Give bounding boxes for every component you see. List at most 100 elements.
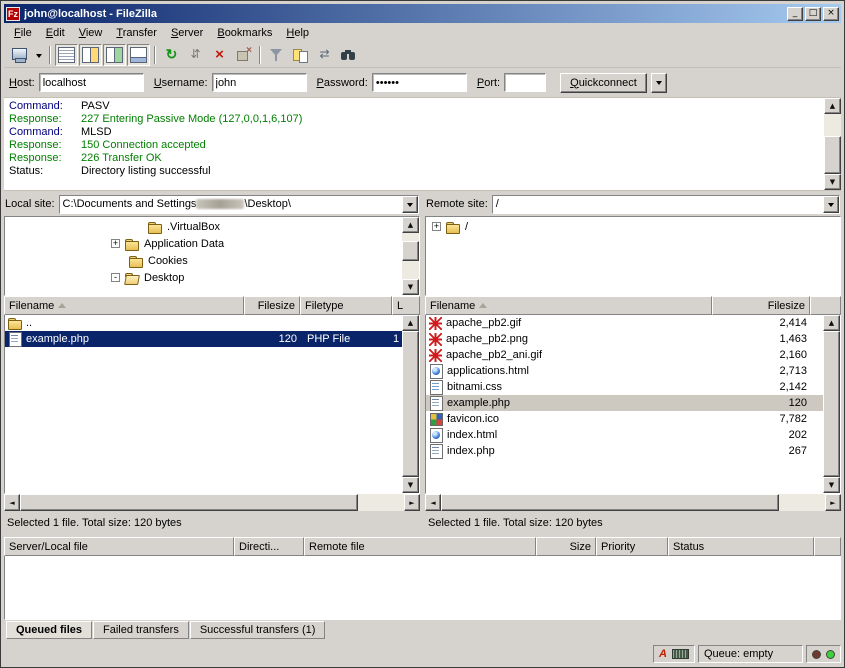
column-header-filesize[interactable]: Filesize	[244, 296, 300, 315]
cancel-operation-button[interactable]	[208, 44, 231, 66]
remote-horizontal-scrollbar[interactable]: ◄ ►	[425, 494, 841, 511]
file-row[interactable]: applications.html2,713	[426, 363, 823, 379]
menu-edit[interactable]: Edit	[39, 25, 72, 41]
remote-list-scrollbar[interactable]: ▲ ▼	[823, 315, 840, 493]
queue-column-remote-file[interactable]: Remote file	[304, 537, 536, 556]
tab-failed-transfers[interactable]: Failed transfers	[93, 621, 189, 639]
titlebar[interactable]: Fz john@localhost - FileZilla _ □ ×	[4, 4, 841, 23]
menu-transfer[interactable]: Transfer	[109, 25, 164, 41]
queue-column-size[interactable]: Size	[536, 537, 596, 556]
file-row-selected[interactable]: example.php 120 PHP File 1	[5, 331, 402, 347]
scrollbar-track[interactable]	[823, 331, 840, 477]
file-row[interactable]: favicon.ico7,782	[426, 411, 823, 427]
port-input[interactable]	[504, 73, 546, 92]
tree-item-cookies[interactable]: Cookies	[5, 252, 402, 269]
menu-help[interactable]: Help	[279, 25, 316, 41]
file-row[interactable]: index.php267	[426, 443, 823, 459]
file-row[interactable]: bitnami.css2,142	[426, 379, 823, 395]
scroll-down-button[interactable]: ▼	[402, 279, 419, 295]
scroll-down-button[interactable]: ▼	[402, 477, 419, 493]
host-input[interactable]	[39, 73, 144, 92]
menu-bookmarks[interactable]: Bookmarks	[210, 25, 279, 41]
toggle-log-button[interactable]	[55, 44, 78, 66]
file-row[interactable]: index.html202	[426, 427, 823, 443]
local-tree-scrollbar[interactable]: ▲ ▼	[402, 217, 419, 295]
tab-queued-files[interactable]: Queued files	[6, 621, 92, 639]
compare-directories-button[interactable]	[289, 44, 312, 66]
expander-icon[interactable]: -	[111, 273, 120, 282]
scroll-right-button[interactable]: ►	[404, 494, 420, 511]
close-button[interactable]: ×	[823, 7, 839, 21]
file-row[interactable]: apache_pb2.png1,463	[426, 331, 823, 347]
scrollbar-track[interactable]	[20, 494, 404, 511]
combo-dropdown-button[interactable]	[402, 196, 418, 213]
scroll-up-button[interactable]: ▲	[823, 315, 840, 331]
scrollbar-thumb[interactable]	[402, 331, 419, 477]
queue-column-direction[interactable]: Directi...	[234, 537, 304, 556]
maximize-button[interactable]: □	[805, 7, 821, 21]
file-row-selected[interactable]: example.php120	[426, 395, 823, 411]
tree-item-desktop[interactable]: -Desktop	[5, 269, 402, 286]
scrollbar-thumb[interactable]	[823, 331, 840, 477]
local-horizontal-scrollbar[interactable]: ◄ ►	[4, 494, 420, 511]
scroll-left-button[interactable]: ◄	[425, 494, 441, 511]
synchronized-browsing-button[interactable]	[313, 44, 336, 66]
local-list-scrollbar[interactable]: ▲ ▼	[402, 315, 419, 493]
file-row[interactable]: apache_pb2_ani.gif2,160	[426, 347, 823, 363]
queue-column-priority[interactable]: Priority	[596, 537, 668, 556]
password-input[interactable]	[372, 73, 467, 92]
scrollbar-track[interactable]	[441, 494, 825, 511]
queue-column-local-file[interactable]: Server/Local file	[4, 537, 234, 556]
menu-file[interactable]: File	[7, 25, 39, 41]
log-scrollbar[interactable]: ▲ ▼	[824, 98, 841, 190]
toggle-queue-button[interactable]	[127, 44, 150, 66]
expander-icon[interactable]: +	[111, 239, 120, 248]
toggle-remote-tree-button[interactable]	[103, 44, 126, 66]
tree-item-application-data[interactable]: +Application Data	[5, 235, 402, 252]
transfer-queue-list[interactable]	[4, 556, 841, 620]
combo-dropdown-button[interactable]	[823, 196, 839, 213]
column-header-filename[interactable]: Filename	[4, 296, 244, 315]
tree-item-root[interactable]: +/	[426, 218, 840, 235]
scroll-up-button[interactable]: ▲	[824, 98, 841, 114]
tree-item-virtualbox[interactable]: .VirtualBox	[5, 218, 402, 235]
menu-view[interactable]: View	[72, 25, 110, 41]
column-header-filetype[interactable]: Filetype	[300, 296, 392, 315]
scrollbar-track[interactable]	[402, 331, 419, 477]
refresh-button[interactable]	[160, 44, 183, 66]
minimize-button[interactable]: _	[787, 7, 803, 21]
column-header-lastmodified[interactable]: L	[392, 296, 420, 315]
scrollbar-track[interactable]	[402, 233, 419, 279]
toggle-local-tree-button[interactable]	[79, 44, 102, 66]
quickconnect-button[interactable]: Quickconnect	[560, 73, 647, 93]
scrollbar-track[interactable]	[824, 114, 841, 174]
scrollbar-thumb[interactable]	[402, 241, 419, 261]
menu-server[interactable]: Server	[164, 25, 210, 41]
scrollbar-thumb[interactable]	[824, 136, 841, 174]
tab-successful-transfers[interactable]: Successful transfers (1)	[190, 621, 326, 639]
filter-button[interactable]	[265, 44, 288, 66]
scroll-up-button[interactable]: ▲	[402, 315, 419, 331]
column-header-filename[interactable]: Filename	[425, 296, 712, 315]
file-row[interactable]: apache_pb2.gif2,414	[426, 315, 823, 331]
quickconnect-dropdown[interactable]	[651, 73, 667, 93]
expander-icon[interactable]: +	[432, 222, 441, 231]
scroll-up-button[interactable]: ▲	[402, 217, 419, 233]
scroll-left-button[interactable]: ◄	[4, 494, 20, 511]
local-site-combobox[interactable]: C:\Documents and Settings\Desktop\	[59, 195, 419, 214]
process-queue-button[interactable]	[184, 44, 207, 66]
scroll-down-button[interactable]: ▼	[824, 174, 841, 190]
scrollbar-thumb[interactable]	[441, 494, 779, 511]
scrollbar-thumb[interactable]	[20, 494, 358, 511]
site-manager-dropdown[interactable]	[32, 44, 45, 66]
column-header-filesize[interactable]: Filesize	[712, 296, 810, 315]
scroll-down-button[interactable]: ▼	[823, 477, 840, 493]
scroll-right-button[interactable]: ►	[825, 494, 841, 511]
queue-column-status[interactable]: Status	[668, 537, 814, 556]
remote-site-combobox[interactable]: /	[492, 195, 840, 214]
site-manager-button[interactable]	[8, 44, 31, 66]
find-files-button[interactable]	[337, 44, 360, 66]
file-row[interactable]: ..	[5, 315, 402, 331]
username-input[interactable]	[212, 73, 307, 92]
disconnect-button[interactable]	[232, 44, 255, 66]
